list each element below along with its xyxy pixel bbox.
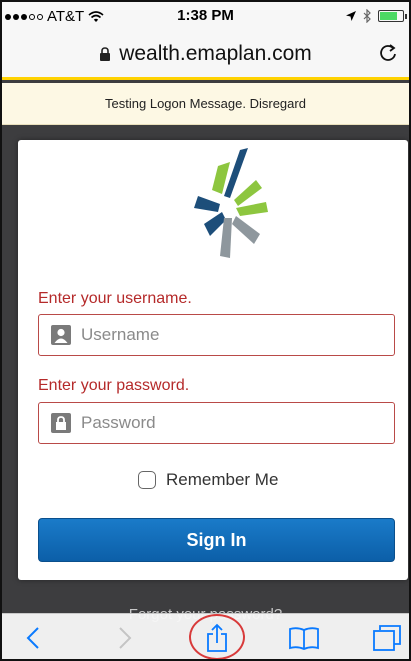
user-icon: [51, 325, 71, 345]
company-logo: [194, 148, 268, 258]
location-arrow-icon: [346, 11, 356, 21]
device-screen: AT&T 1:38 PM wealth.emaplan.com Testing …: [0, 0, 411, 661]
tabs-icon: [373, 625, 401, 651]
padlock-icon: [51, 413, 71, 433]
chevron-right-icon: [119, 627, 132, 649]
remember-me-label: Remember Me: [166, 470, 279, 489]
logon-message: Testing Logon Message. Disregard: [2, 83, 409, 125]
login-card: Enter your username. Enter your password…: [18, 140, 408, 580]
tabs-button[interactable]: [369, 618, 405, 658]
forward-button[interactable]: [110, 618, 140, 658]
remember-me[interactable]: Remember Me: [138, 470, 278, 490]
book-icon: [289, 627, 319, 650]
chevron-left-icon: [26, 627, 39, 649]
address-bar[interactable]: wealth.emaplan.com: [2, 32, 409, 80]
share-highlight-circle: [189, 614, 245, 659]
url-text: wealth.emaplan.com: [119, 42, 312, 65]
sign-in-button[interactable]: Sign In: [38, 518, 395, 562]
bluetooth-icon: [363, 9, 371, 23]
password-input[interactable]: [81, 413, 371, 433]
username-field[interactable]: [38, 314, 395, 356]
remember-me-checkbox[interactable]: [138, 471, 156, 489]
lock-icon: [100, 47, 111, 62]
username-label: Enter your username.: [38, 290, 192, 307]
password-label: Enter your password.: [38, 377, 190, 394]
status-bar: AT&T 1:38 PM: [2, 2, 409, 32]
back-button[interactable]: [18, 618, 48, 658]
reload-icon[interactable]: [379, 43, 397, 63]
username-input[interactable]: [81, 325, 371, 345]
password-field[interactable]: [38, 402, 395, 444]
bookmarks-button[interactable]: [286, 618, 322, 658]
battery-icon: [378, 10, 407, 22]
